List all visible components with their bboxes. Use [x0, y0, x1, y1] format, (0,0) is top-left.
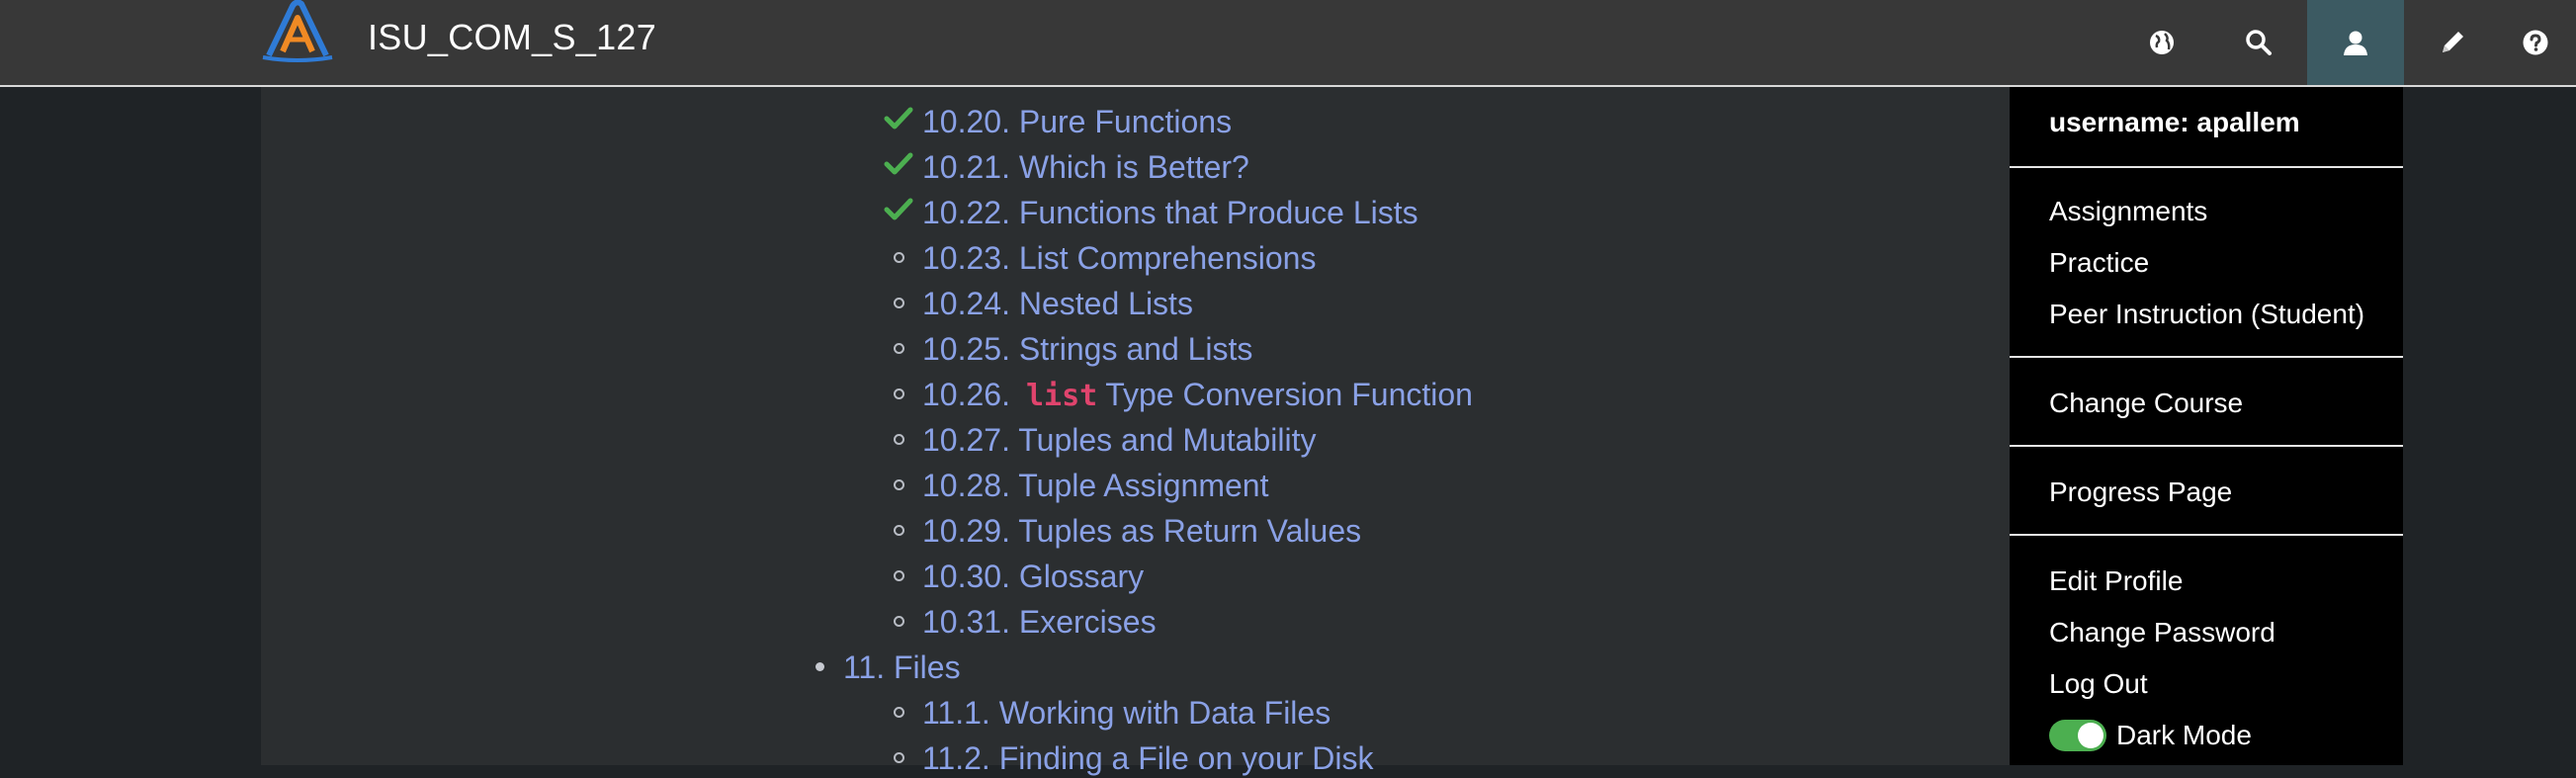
toc-link-10-26[interactable]: 10.26. list Type Conversion Function — [922, 375, 1473, 416]
toc-link-11-1[interactable]: 11.1. Working with Data Files — [922, 693, 1331, 733]
menu-item-log-out[interactable]: Log Out — [2049, 668, 2148, 700]
menu-item-peer-instruction[interactable]: Peer Instruction (Student) — [2049, 299, 2364, 330]
completed-check-icon — [884, 198, 913, 220]
completed-check-icon — [884, 107, 913, 130]
bullet-dot — [816, 662, 824, 671]
menu-item-practice[interactable]: Practice — [2049, 247, 2149, 279]
toc-link-10-31[interactable]: 10.31. Exercises — [922, 602, 1157, 642]
bullet-circle — [894, 298, 904, 308]
bullet-circle — [894, 389, 904, 399]
help-icon[interactable] — [2495, 0, 2576, 85]
bullet-circle — [894, 570, 904, 581]
toc-number: 10.26. — [922, 377, 1010, 412]
toc-link-10-22[interactable]: 10.22. Functions that Produce Lists — [922, 193, 1418, 232]
search-icon[interactable] — [2210, 0, 2307, 85]
toggle-knob — [2078, 723, 2104, 748]
menu-item-edit-profile[interactable]: Edit Profile — [2049, 565, 2183, 597]
toc-link-10-24[interactable]: 10.24. Nested Lists — [922, 284, 1193, 323]
bullet-circle — [894, 479, 904, 490]
toc-link-10-20[interactable]: 10.20. Pure Functions — [922, 102, 1232, 141]
toc-link-10-30[interactable]: 10.30. Glossary — [922, 557, 1144, 596]
navbar: ISU_COM_S_127 — [0, 0, 2576, 87]
bullet-circle — [894, 434, 904, 445]
inline-code: list — [1025, 379, 1098, 413]
menu-item-progress-page[interactable]: Progress Page — [2049, 476, 2232, 508]
menu-item-assignments[interactable]: Assignments — [2049, 196, 2207, 227]
dark-mode-label: Dark Mode — [2116, 720, 2252, 750]
user-icon[interactable] — [2307, 0, 2404, 85]
toc-link-11-2[interactable]: 11.2. Finding a File on your Disk — [922, 738, 1374, 778]
divider — [2010, 534, 2403, 536]
toc-link-10-29[interactable]: 10.29. Tuples as Return Values — [922, 511, 1361, 551]
toc-link-11[interactable]: 11. Files — [843, 648, 961, 687]
completed-check-icon — [884, 152, 913, 175]
username-label: username: apallem — [2049, 107, 2300, 137]
dark-mode-toggle[interactable] — [2049, 720, 2106, 751]
divider — [2010, 166, 2403, 168]
runestone-logo[interactable] — [255, 0, 340, 71]
divider — [2010, 356, 2403, 358]
bullet-circle — [894, 616, 904, 627]
course-title[interactable]: ISU_COM_S_127 — [368, 17, 656, 58]
bullet-circle — [894, 252, 904, 263]
globe-icon[interactable] — [2113, 0, 2210, 85]
menu-item-change-course[interactable]: Change Course — [2049, 388, 2243, 419]
bullet-circle — [894, 343, 904, 354]
divider — [2010, 445, 2403, 447]
toc-link-10-28[interactable]: 10.28. Tuple Assignment — [922, 466, 1268, 505]
bullet-circle — [894, 525, 904, 536]
toc-link-10-27[interactable]: 10.27. Tuples and Mutability — [922, 420, 1316, 460]
toc-label: Type Conversion Function — [1105, 377, 1473, 412]
toc-link-10-21[interactable]: 10.21. Which is Better? — [922, 147, 1249, 187]
toc-link-10-23[interactable]: 10.23. List Comprehensions — [922, 238, 1316, 278]
bullet-circle — [894, 707, 904, 718]
pencil-icon[interactable] — [2404, 0, 2501, 85]
bullet-circle — [894, 752, 904, 763]
toc-link-10-25[interactable]: 10.25. Strings and Lists — [922, 329, 1252, 369]
user-dropdown-menu: username: apallem Assignments Practice P… — [2010, 87, 2403, 765]
menu-item-change-password[interactable]: Change Password — [2049, 617, 2275, 648]
